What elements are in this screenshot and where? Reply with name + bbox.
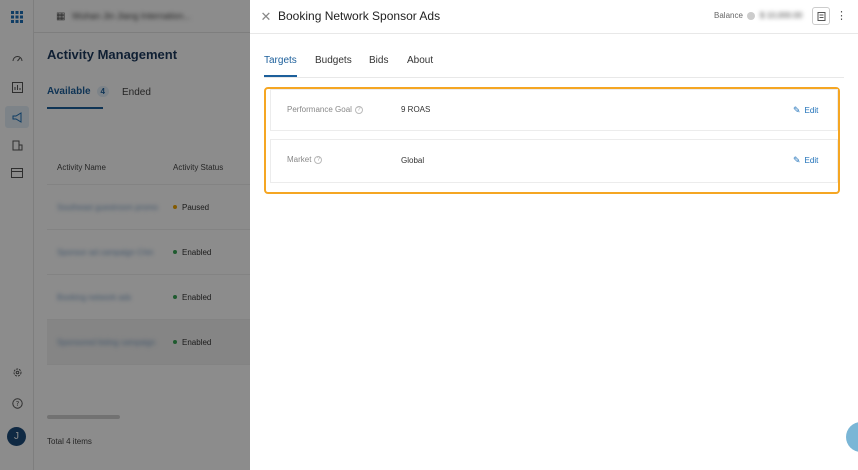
balance-label: Balance xyxy=(714,11,743,20)
active-tab-indicator xyxy=(264,75,297,77)
document-button[interactable] xyxy=(812,7,830,25)
more-options-icon[interactable]: ⋮ xyxy=(836,8,847,24)
campaign-drawer: ✕ Booking Network Sponsor Ads Balance $ … xyxy=(250,0,858,470)
edit-icon: ✎ xyxy=(793,155,801,165)
edit-market-button[interactable]: ✎ Edit xyxy=(793,155,818,166)
performance-goal-label-text: Performance Goal xyxy=(287,105,352,114)
edit-performance-goal-button[interactable]: ✎ Edit xyxy=(793,105,818,116)
targets-card: Performance Goal? 9 ROAS ✎ Edit Market? G… xyxy=(264,87,840,194)
info-icon[interactable]: ? xyxy=(314,155,323,164)
tab-budgets[interactable]: Budgets xyxy=(315,55,352,66)
close-icon[interactable]: ✕ xyxy=(260,10,272,23)
performance-goal-value: 9 ROAS xyxy=(401,105,431,114)
info-icon[interactable]: ? xyxy=(354,105,363,114)
edit-label: Edit xyxy=(804,106,819,115)
drawer-header: ✕ Booking Network Sponsor Ads Balance $ … xyxy=(250,0,858,34)
tab-about[interactable]: About xyxy=(407,55,433,66)
balance-value: $ 10,000.00 xyxy=(760,11,803,20)
document-icon xyxy=(817,11,825,21)
edit-label: Edit xyxy=(804,156,819,165)
drawer-title: Booking Network Sponsor Ads xyxy=(278,9,441,23)
market-label-text: Market xyxy=(287,155,312,164)
tab-targets[interactable]: Targets xyxy=(264,55,297,66)
performance-goal-row: Performance Goal? 9 ROAS ✎ Edit xyxy=(270,89,838,131)
performance-goal-label: Performance Goal? xyxy=(287,105,363,114)
tab-bids[interactable]: Bids xyxy=(369,55,388,66)
drawer-tabs: Targets Budgets Bids About xyxy=(264,50,844,78)
edit-icon: ✎ xyxy=(793,105,801,115)
market-row: Market? Global ✎ Edit xyxy=(270,139,838,183)
modal-overlay[interactable] xyxy=(0,0,250,470)
market-value: Global xyxy=(401,156,425,165)
market-label: Market? xyxy=(287,155,323,164)
coin-icon xyxy=(747,12,755,20)
